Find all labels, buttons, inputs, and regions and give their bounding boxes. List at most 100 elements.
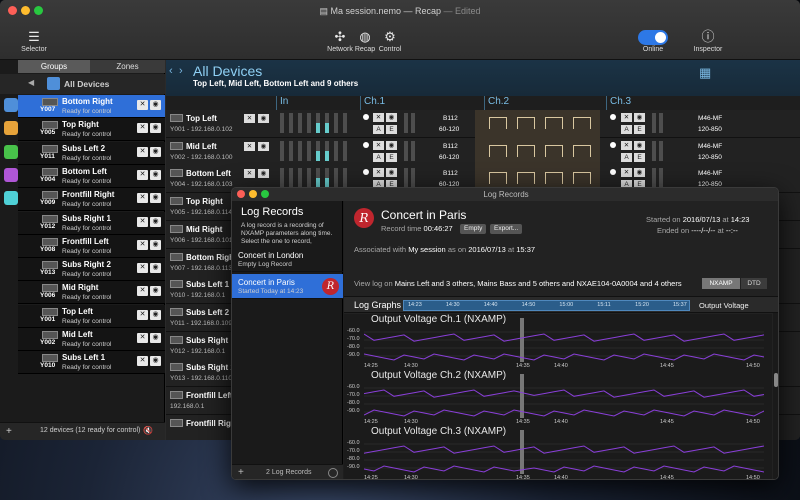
mute-icon[interactable]: ✕ <box>373 140 384 150</box>
e-button[interactable]: E <box>634 152 645 162</box>
mute-icon[interactable]: ✕ <box>244 114 255 123</box>
headphones-icon[interactable]: ◉ <box>634 113 645 122</box>
document-icon: ▤ <box>319 6 331 16</box>
online-toggle[interactable] <box>638 30 668 45</box>
all-devices-row[interactable]: ◀ All Devices <box>0 74 165 94</box>
collapse-arrow-icon[interactable]: ◀ <box>28 78 34 87</box>
sidebar-device-row[interactable]: Top Left Y001 Ready for control ✕ ◉ <box>18 304 165 328</box>
nxamp-segment[interactable]: NXAMP <box>702 278 740 289</box>
inspector-button[interactable]: ⓘ Inspector <box>690 30 726 54</box>
graphs-scrollbar[interactable] <box>773 313 778 479</box>
mute-icon[interactable]: ✕ <box>621 168 632 178</box>
headphones-icon[interactable]: ◉ <box>150 263 161 274</box>
mute-icon[interactable]: ✕ <box>137 146 148 157</box>
mute-icon[interactable]: ✕ <box>373 168 384 178</box>
mute-icon[interactable]: ✕ <box>137 286 148 297</box>
mute-icon[interactable]: ✕ <box>137 263 148 274</box>
device-thumbnail-icon <box>170 307 183 316</box>
sidebar-device-row[interactable]: Frontfill Right Y009 Ready for control ✕ ◉ <box>4 188 165 212</box>
headphones-icon[interactable]: ◉ <box>150 239 161 250</box>
headphones-icon[interactable]: ◉ <box>258 114 269 123</box>
channel-select-dot[interactable] <box>610 114 616 120</box>
e-button[interactable]: E <box>386 152 397 162</box>
sidebar-device-row[interactable]: Subs Right 1 Y012 Ready for control ✕ ◉ <box>18 211 165 235</box>
channel-select-dot[interactable] <box>363 114 369 120</box>
mute-icon[interactable]: ✕ <box>137 333 148 343</box>
device-row[interactable]: Top Left Y001 - 192.168.0.102 ✕ ◉ ✕ ◉ A E B112 60… <box>166 110 800 138</box>
sidebar-device-row[interactable]: Top Right Y005 Ready for control ✕ ◉ <box>4 118 165 142</box>
mute-icon[interactable]: ✕ <box>244 169 255 179</box>
headphones-icon[interactable]: ◉ <box>150 123 161 134</box>
mute-icon[interactable]: ✕ <box>137 309 148 320</box>
mute-icon[interactable]: 🔇 <box>143 426 153 435</box>
mute-icon[interactable]: ✕ <box>137 239 148 250</box>
a-button[interactable]: A <box>621 125 632 134</box>
mute-icon[interactable]: ✕ <box>137 216 148 227</box>
headphones-icon[interactable]: ◉ <box>150 216 161 227</box>
headphones-icon[interactable]: ◉ <box>150 286 161 297</box>
device-row[interactable]: Mid Left Y002 - 192.168.0.100 ✕ ◉ ✕ ◉ A E B112 60… <box>166 137 800 166</box>
headphones-icon[interactable]: ◉ <box>634 140 645 150</box>
tab-zones[interactable]: Zones <box>90 60 165 73</box>
headphones-icon[interactable]: ◉ <box>634 168 645 178</box>
headphones-icon[interactable]: ◉ <box>386 113 397 122</box>
mute-icon[interactable]: ✕ <box>621 113 632 122</box>
recap-button[interactable]: ◍ Recap <box>353 30 377 54</box>
headphones-icon[interactable]: ◉ <box>386 140 397 150</box>
add-record-icon[interactable]: + <box>238 467 244 478</box>
channel-select-dot[interactable] <box>363 141 369 148</box>
timeline-slider[interactable]: 14:23 14:30 14:40 14:50 15:00 15:11 15:20 15:37 <box>403 300 690 311</box>
headphones-icon[interactable]: ◉ <box>150 146 161 157</box>
mute-icon[interactable]: ✕ <box>137 100 148 110</box>
forward-arrow-icon[interactable]: › <box>179 65 183 77</box>
scroll-thumb[interactable] <box>774 373 778 387</box>
log-record-item-selected[interactable]: Concert in Paris Started Today at 14:23 … <box>232 274 343 299</box>
channel-select-dot[interactable] <box>610 169 616 176</box>
headphones-icon[interactable]: ◉ <box>150 309 161 320</box>
network-button[interactable]: ✣ Network <box>323 30 357 54</box>
sidebar-device-row[interactable]: Mid Left Y002 Ready for control ✕ ◉ <box>18 328 165 351</box>
record-settings-icon[interactable] <box>328 468 338 478</box>
mute-icon[interactable]: ✕ <box>137 356 148 367</box>
headphones-icon[interactable]: ◉ <box>258 141 269 151</box>
e-button[interactable]: E <box>634 125 645 134</box>
mute-icon[interactable]: ✕ <box>621 140 632 150</box>
tab-groups[interactable]: Groups <box>18 60 90 73</box>
headphones-icon[interactable]: ◉ <box>150 100 161 110</box>
channel-select-dot[interactable] <box>363 169 369 176</box>
sidebar-device-row[interactable]: Subs Left 1 Y010 Ready for control ✕ ◉ <box>18 351 165 375</box>
headphones-icon[interactable]: ◉ <box>150 169 161 180</box>
a-button[interactable]: A <box>621 152 632 162</box>
headphones-icon[interactable]: ◉ <box>150 333 161 343</box>
headphones-icon[interactable]: ◉ <box>386 168 397 178</box>
mute-icon[interactable]: ✕ <box>137 169 148 180</box>
sidebar-device-row[interactable]: Bottom Left Y004 Ready for control ✕ ◉ <box>4 164 165 188</box>
graph-type-select[interactable]: Output Voltage <box>699 301 749 310</box>
channel-select-dot[interactable] <box>610 141 616 148</box>
selector-button[interactable]: ☰ Selector <box>16 30 52 54</box>
e-button[interactable]: E <box>386 125 397 134</box>
export-button[interactable]: Export... <box>490 224 523 234</box>
empty-button[interactable]: Empty <box>460 224 487 234</box>
mute-icon[interactable]: ✕ <box>244 141 255 151</box>
log-record-item[interactable]: Concert in London Empty Log Record <box>232 247 343 272</box>
view-log-targets[interactable]: Mains Left and 3 others, Mains Bass and … <box>395 279 682 288</box>
dtd-segment[interactable]: DTD <box>741 278 767 289</box>
sidebar-device-row[interactable]: Subs Left 2 Y011 Ready for control ✕ ◉ <box>4 141 165 165</box>
control-button[interactable]: ⚙ Control <box>377 30 403 54</box>
mute-icon[interactable]: ✕ <box>137 193 148 204</box>
headphones-icon[interactable]: ◉ <box>150 356 161 367</box>
grid-settings-icon[interactable]: ▦ <box>699 65 711 81</box>
mute-icon[interactable]: ✕ <box>137 123 148 134</box>
back-arrow-icon[interactable]: ‹ <box>169 65 173 77</box>
sidebar-device-row[interactable]: Mid Right Y006 Ready for control ✕ ◉ <box>18 281 165 305</box>
headphones-icon[interactable]: ◉ <box>150 193 161 204</box>
sidebar-device-row[interactable]: Subs Right 2 Y013 Ready for control ✕ ◉ <box>18 258 165 282</box>
a-button[interactable]: A <box>373 152 384 162</box>
sidebar-device-row[interactable]: Bottom Right Y007 Ready for control ✕ ◉ <box>4 95 165 118</box>
mute-icon[interactable]: ✕ <box>373 113 384 122</box>
a-button[interactable]: A <box>373 125 384 134</box>
sidebar-device-row[interactable]: Frontfill Left Y008 Ready for control ✕ ◉ <box>18 234 165 258</box>
headphones-icon[interactable]: ◉ <box>258 169 269 179</box>
add-icon[interactable]: + <box>6 426 12 437</box>
